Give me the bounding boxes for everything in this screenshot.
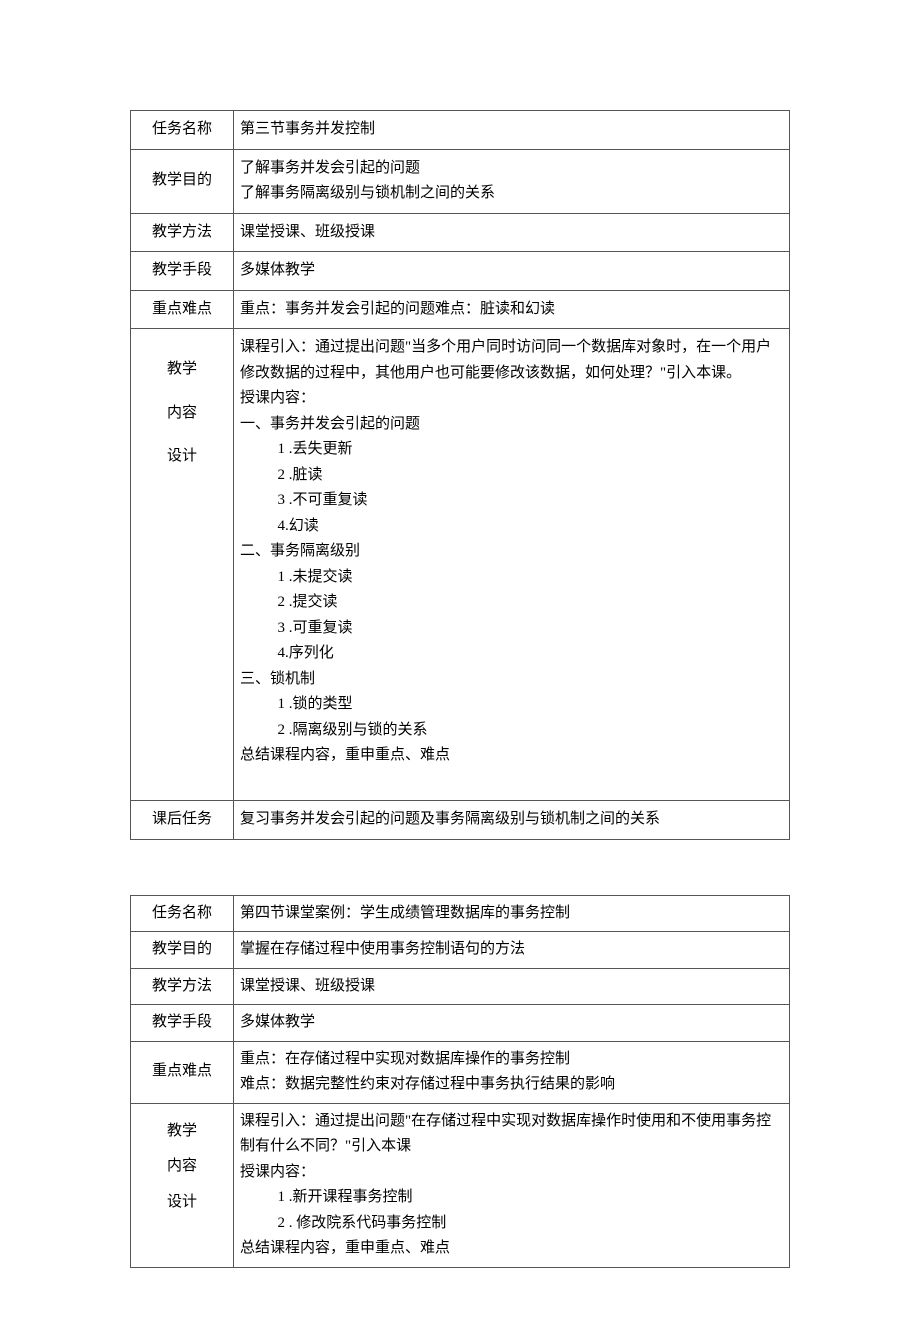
- content-summary: 总结课程内容，重申重点、难点: [240, 1236, 783, 1262]
- design-label-part: 设计: [137, 1190, 227, 1216]
- table-row: 任务名称 第四节课堂案例：学生成绩管理数据库的事务控制: [131, 895, 790, 932]
- table-row: 重点难点 重点：在存储过程中实现对数据库操作的事务控制 难点：数据完整性约束对存…: [131, 1041, 790, 1103]
- table-row: 教学手段 多媒体教学: [131, 252, 790, 291]
- content-item: 2 .隔离级别与锁的关系: [240, 718, 783, 744]
- content-item: 4.幻读: [240, 514, 783, 540]
- table-row: 任务名称 第三节事务并发控制: [131, 111, 790, 150]
- label-keypoints: 重点难点: [131, 1041, 234, 1103]
- table-row: 教学方法 课堂授课、班级授课: [131, 213, 790, 252]
- label-task-name: 任务名称: [131, 111, 234, 150]
- table-row: 教学 内容 设计 课程引入：通过提出问题"在存储过程中实现对数据库操作时使用和不…: [131, 1103, 790, 1267]
- table-row: 教学目的 了解事务并发会引起的问题 了解事务隔离级别与锁机制之间的关系: [131, 149, 790, 213]
- objective-line: 了解事务并发会引起的问题: [240, 156, 783, 182]
- label-means: 教学手段: [131, 1005, 234, 1042]
- value-method: 课堂授课、班级授课: [234, 213, 790, 252]
- label-task-name: 任务名称: [131, 895, 234, 932]
- table-row: 教学方法 课堂授课、班级授课: [131, 968, 790, 1005]
- label-means: 教学手段: [131, 252, 234, 291]
- content-section-header: 授课内容：: [240, 1160, 783, 1186]
- design-label-part: 设计: [137, 444, 227, 470]
- content-intro: 课程引入：通过提出问题"当多个用户同时访问同一个数据库对象时，在一个用户修改数据…: [240, 335, 783, 386]
- lesson-plan-table-1: 任务名称 第三节事务并发控制 教学目的 了解事务并发会引起的问题 了解事务隔离级…: [130, 110, 790, 840]
- content-section-header: 授课内容：: [240, 386, 783, 412]
- table-row: 课后任务 复习事务并发会引起的问题及事务隔离级别与锁机制之间的关系: [131, 801, 790, 840]
- table-row: 教学手段 多媒体教学: [131, 1005, 790, 1042]
- content-item: 1 .锁的类型: [240, 692, 783, 718]
- content-item: 3 .可重复读: [240, 616, 783, 642]
- label-objective: 教学目的: [131, 932, 234, 969]
- content-heading: 三、锁机制: [240, 667, 783, 693]
- value-keypoints: 重点：事务并发会引起的问题难点：脏读和幻读: [234, 290, 790, 329]
- label-keypoints: 重点难点: [131, 290, 234, 329]
- value-task-name: 第三节事务并发控制: [234, 111, 790, 150]
- objective-line: 了解事务隔离级别与锁机制之间的关系: [240, 181, 783, 207]
- content-item: 2 . 修改院系代码事务控制: [240, 1211, 783, 1237]
- label-method: 教学方法: [131, 213, 234, 252]
- content-item: 2 .提交读: [240, 590, 783, 616]
- value-design-content: 课程引入：通过提出问题"在存储过程中实现对数据库操作时使用和不使用事务控制有什么…: [234, 1103, 790, 1267]
- value-after-task: 复习事务并发会引起的问题及事务隔离级别与锁机制之间的关系: [234, 801, 790, 840]
- table-row: 重点难点 重点：事务并发会引起的问题难点：脏读和幻读: [131, 290, 790, 329]
- table-row: 教学目的 掌握在存储过程中使用事务控制语句的方法: [131, 932, 790, 969]
- content-summary: 总结课程内容，重申重点、难点: [240, 743, 783, 769]
- value-means: 多媒体教学: [234, 1005, 790, 1042]
- content-intro: 课程引入：通过提出问题"在存储过程中实现对数据库操作时使用和不使用事务控制有什么…: [240, 1109, 783, 1160]
- content-item: 3 .不可重复读: [240, 488, 783, 514]
- content-item: 4.序列化: [240, 641, 783, 667]
- keypoints-line: 难点：数据完整性约束对存储过程中事务执行结果的影响: [240, 1072, 783, 1098]
- value-design-content: 课程引入：通过提出问题"当多个用户同时访问同一个数据库对象时，在一个用户修改数据…: [234, 329, 790, 801]
- content-heading: 一、事务并发会引起的问题: [240, 412, 783, 438]
- content-item: 2 .脏读: [240, 463, 783, 489]
- value-task-name: 第四节课堂案例：学生成绩管理数据库的事务控制: [234, 895, 790, 932]
- value-objective: 掌握在存储过程中使用事务控制语句的方法: [234, 932, 790, 969]
- label-after-task: 课后任务: [131, 801, 234, 840]
- design-label-part: 内容: [137, 1154, 227, 1180]
- value-objective: 了解事务并发会引起的问题 了解事务隔离级别与锁机制之间的关系: [234, 149, 790, 213]
- label-design: 教学 内容 设计: [131, 329, 234, 801]
- label-objective: 教学目的: [131, 149, 234, 213]
- keypoints-line: 重点：在存储过程中实现对数据库操作的事务控制: [240, 1047, 783, 1073]
- design-label-part: 教学: [137, 357, 227, 383]
- value-keypoints: 重点：在存储过程中实现对数据库操作的事务控制 难点：数据完整性约束对存储过程中事…: [234, 1041, 790, 1103]
- table-spacer: [130, 840, 790, 895]
- design-label-part: 教学: [137, 1119, 227, 1145]
- table-row: 教学 内容 设计 课程引入：通过提出问题"当多个用户同时访问同一个数据库对象时，…: [131, 329, 790, 801]
- content-item: 1 .新开课程事务控制: [240, 1185, 783, 1211]
- value-means: 多媒体教学: [234, 252, 790, 291]
- content-blank: [240, 769, 783, 795]
- label-design: 教学 内容 设计: [131, 1103, 234, 1267]
- design-label-part: 内容: [137, 401, 227, 427]
- value-method: 课堂授课、班级授课: [234, 968, 790, 1005]
- content-item: 1 .未提交读: [240, 565, 783, 591]
- lesson-plan-table-2: 任务名称 第四节课堂案例：学生成绩管理数据库的事务控制 教学目的 掌握在存储过程…: [130, 895, 790, 1268]
- content-item: 1 .丢失更新: [240, 437, 783, 463]
- content-heading: 二、事务隔离级别: [240, 539, 783, 565]
- label-method: 教学方法: [131, 968, 234, 1005]
